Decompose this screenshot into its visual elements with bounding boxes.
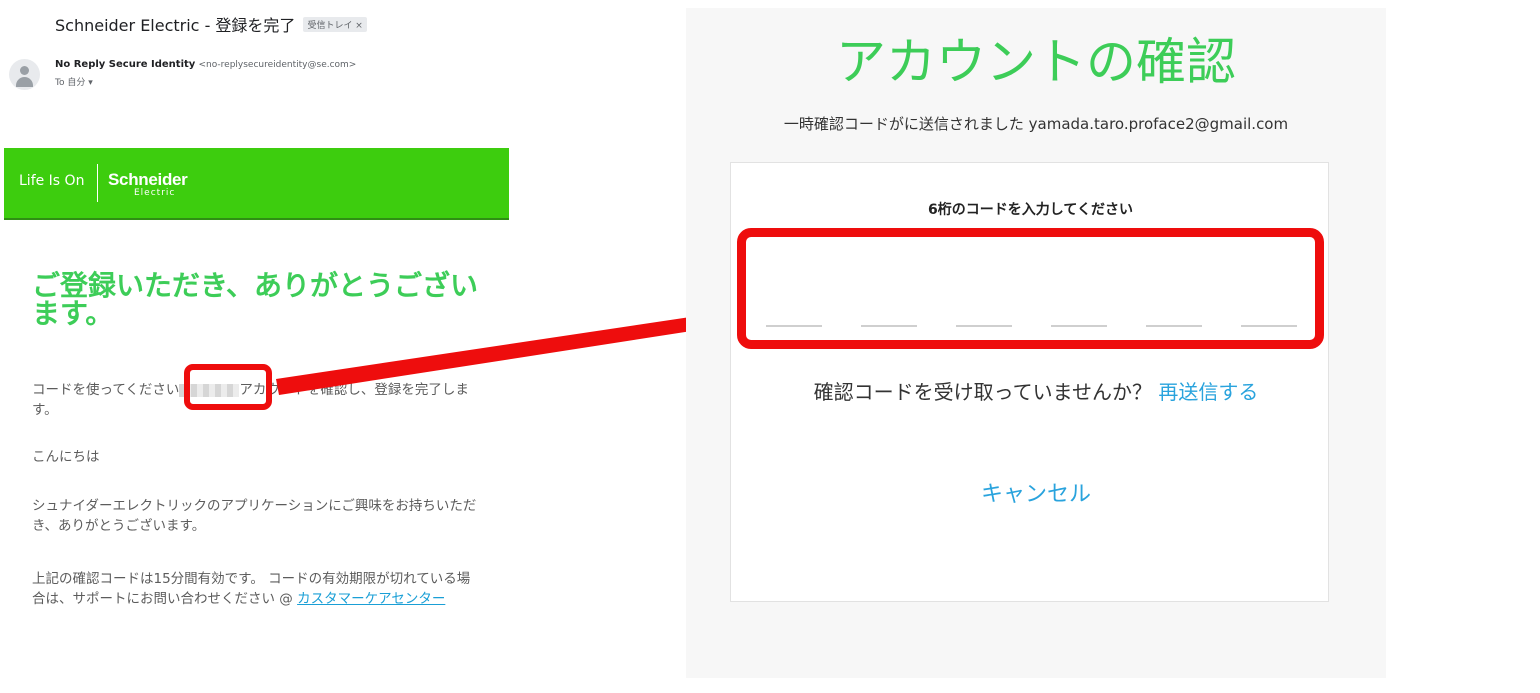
verification-title: アカウントの確認 [836, 33, 1236, 91]
code-sent-message: 一時確認コードがに送信されました yamada.taro.proface2@gm… [783, 115, 1289, 133]
inbox-label-chip[interactable]: 受信トレイ × [303, 16, 367, 32]
sender-line: No Reply Secure Identity <no-replysecure… [55, 59, 356, 70]
code-highlight-box [184, 364, 272, 410]
thanks-paragraph: シュナイダーエレクトリックのアプリケーションにご興味をお持ちいただき、ありがとう… [32, 498, 477, 534]
schneider-logo-sub: Electric [134, 188, 176, 198]
sender-avatar-icon [9, 59, 40, 90]
code-text-before: コードを使ってください [32, 382, 180, 398]
email-subject-row: Schneider Electric - 登録を完了 受信トレイ × [55, 12, 367, 36]
email-view: Schneider Electric - 登録を完了 受信トレイ × No Re… [0, 0, 520, 693]
schneider-banner: Life Is On Schneider Electric [4, 148, 509, 220]
digit-inputs-highlight-box [737, 228, 1324, 349]
resend-prompt: 確認コードを受け取っていませんか？ [813, 380, 1159, 404]
recipient-dropdown[interactable]: To 自分 ▾ [55, 75, 93, 88]
greeting-paragraph: こんにちは [32, 449, 100, 465]
email-subject: Schneider Electric - 登録を完了 [55, 16, 296, 35]
resend-row: 確認コードを受け取っていませんか？ 再送信する [686, 376, 1386, 405]
sender-address: <no-replysecureidentity@se.com> [198, 60, 357, 70]
cancel-link[interactable]: キャンセル [686, 476, 1386, 508]
resend-link[interactable]: 再送信する [1158, 380, 1258, 404]
code-entry-label: 6桁のコードを入力してください [928, 202, 1133, 218]
banner-divider [97, 164, 98, 202]
sender-name: No Reply Secure Identity [55, 59, 196, 70]
email-heading: ご登録いただき、ありがとうございます。 [32, 269, 479, 330]
life-is-on-logo: Life Is On [19, 173, 85, 189]
validity-paragraph: 上記の確認コードは15分間有効です。 コードの有効期限が切れている場合は、サポー… [32, 569, 482, 609]
schneider-logo: Schneider [108, 170, 188, 189]
customer-care-link[interactable]: カスタマーケアセンター [297, 591, 445, 607]
